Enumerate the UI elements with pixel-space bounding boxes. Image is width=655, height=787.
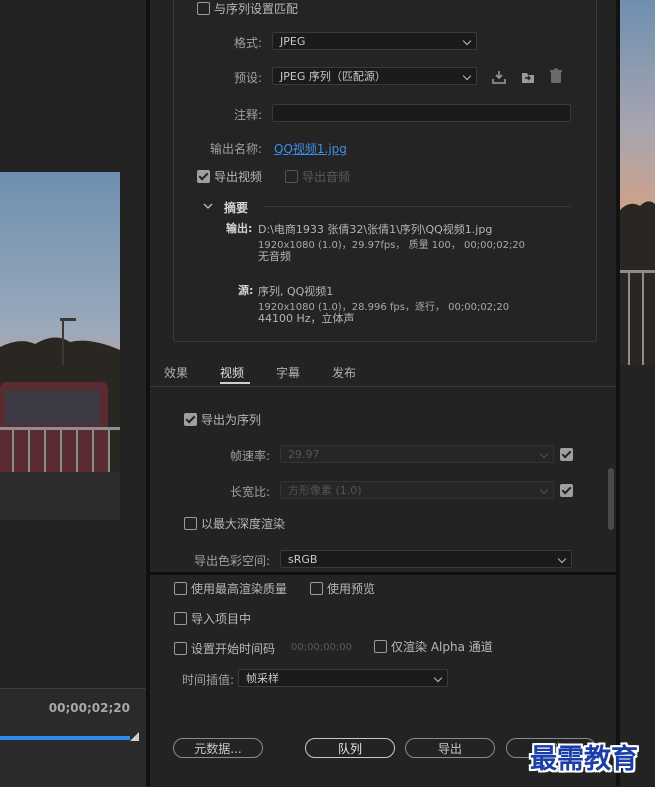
chevron-down-icon — [539, 449, 549, 459]
import-preset-icon[interactable] — [520, 69, 536, 85]
start-timecode-label: 设置开始时间码 — [191, 642, 276, 656]
preset-label: 预设: — [233, 71, 262, 85]
watermark: 最需教育 — [530, 744, 638, 775]
summary-output-audio: 无音频 — [258, 250, 291, 263]
comment-input[interactable] — [272, 104, 571, 122]
color-space-value: sRGB — [288, 553, 318, 566]
import-project-checkbox[interactable] — [174, 612, 187, 625]
preset-value: JPEG 序列（匹配源） — [280, 70, 386, 83]
export-button[interactable]: 导出 — [405, 738, 495, 758]
max-quality-label: 使用最高渲染质量 — [191, 582, 288, 596]
export-video-checkbox[interactable] — [197, 170, 210, 183]
max-depth-checkbox[interactable] — [184, 517, 197, 530]
max-depth-label: 以最大深度渲染 — [201, 517, 286, 531]
aspect-match-checkbox[interactable] — [560, 484, 573, 497]
summary-source-name: 序列, QQ视频1 — [258, 285, 334, 298]
format-select[interactable]: JPEG — [272, 32, 477, 50]
output-name-link[interactable]: QQ视频1.jpg — [274, 140, 347, 157]
match-sequence-label: 与序列设置匹配 — [214, 2, 299, 16]
format-label: 格式: — [233, 36, 262, 50]
tab-effects[interactable]: 效果 — [164, 364, 188, 381]
export-audio-checkbox[interactable] — [285, 170, 298, 183]
summary-source-key: 源: — [238, 284, 254, 297]
export-as-sequence-checkbox[interactable] — [184, 413, 197, 426]
frame-rate-match-checkbox[interactable] — [560, 448, 573, 461]
delete-preset-icon[interactable] — [548, 68, 564, 84]
export-audio-label: 导出音频 — [302, 170, 351, 184]
frame-rate-select[interactable]: 29.97 — [280, 445, 554, 463]
playhead-marker[interactable] — [130, 732, 139, 741]
interp-label: 时间插值: — [181, 673, 234, 687]
frame-rate-value: 29.97 — [288, 448, 320, 461]
aspect-select[interactable]: 方形像素 (1.0) — [280, 481, 554, 499]
settings-scrollbar[interactable] — [608, 468, 614, 530]
chevron-down-icon — [557, 554, 567, 564]
comment-label: 注释: — [233, 108, 262, 122]
queue-button[interactable]: 队列 — [305, 738, 395, 758]
timecode-display: 00;00;02;20 — [48, 701, 130, 715]
summary-title: 摘要 — [224, 201, 249, 215]
summary-divider — [263, 206, 571, 207]
tab-video[interactable]: 视频 — [220, 364, 244, 381]
chevron-down-icon — [462, 71, 472, 81]
start-timecode-checkbox[interactable] — [174, 642, 187, 655]
export-video-label: 导出视频 — [214, 170, 263, 184]
settings-tabs: 效果 视频 字幕 发布 — [150, 360, 616, 387]
match-sequence-checkbox[interactable] — [197, 2, 210, 15]
aspect-value: 方形像素 (1.0) — [288, 484, 362, 497]
output-preview-panel — [620, 0, 655, 786]
summary-output-key: 输出: — [226, 222, 253, 235]
tab-publish[interactable]: 发布 — [332, 364, 356, 381]
frame-rate-label: 帧速率: — [229, 449, 270, 463]
max-quality-checkbox[interactable] — [174, 582, 187, 595]
output-timeline — [620, 365, 655, 786]
summary-source-audio: 44100 Hz，立体声 — [258, 312, 355, 325]
tab-captions[interactable]: 字幕 — [276, 364, 300, 381]
playback-progress-bar[interactable] — [0, 736, 130, 740]
use-preview-label: 使用预览 — [327, 582, 376, 596]
export-settings-dialog: 与序列设置匹配 格式: JPEG 预设: JPEG 序列（匹配源） 注释: 输出… — [150, 0, 616, 786]
chevron-down-icon — [539, 485, 549, 495]
metadata-button[interactable]: 元数据... — [173, 738, 263, 758]
color-space-label: 导出色彩空间: — [193, 554, 270, 568]
output-preview-image — [620, 0, 655, 365]
interp-select[interactable]: 帧采样 — [238, 669, 448, 687]
interp-value: 帧采样 — [246, 672, 279, 685]
preview-image — [0, 172, 120, 520]
section-divider[interactable] — [150, 572, 616, 575]
source-preview-panel: 00;00;02;20 — [0, 0, 146, 787]
start-timecode-value[interactable]: 00;00;00;00 — [291, 642, 352, 653]
use-preview-checkbox[interactable] — [310, 582, 323, 595]
timeline-controls: 00;00;02;20 — [0, 688, 146, 787]
active-tab-indicator — [220, 382, 250, 384]
aspect-label: 长宽比: — [229, 485, 270, 499]
alpha-only-checkbox[interactable] — [374, 640, 387, 653]
output-name-label: 输出名称: — [209, 142, 262, 156]
summary-output-specs: 1920x1080 (1.0)，29.97fps， 质量 100， 00;00;… — [258, 240, 526, 251]
alpha-only-label: 仅渲染 Alpha 通道 — [391, 640, 493, 654]
color-space-select[interactable]: sRGB — [280, 550, 572, 568]
import-project-label: 导入项目中 — [191, 612, 252, 626]
format-value: JPEG — [280, 35, 306, 48]
preset-select[interactable]: JPEG 序列（匹配源） — [272, 67, 477, 85]
collapse-chevron-icon[interactable] — [203, 202, 213, 210]
chevron-down-icon — [462, 36, 472, 46]
chevron-down-icon — [433, 673, 443, 683]
summary-output-path: D:\电商1933 张倩32\张倩1\序列\QQ视频1.jpg — [258, 223, 493, 236]
save-preset-icon[interactable] — [491, 69, 507, 85]
export-as-sequence-label: 导出为序列 — [201, 413, 262, 427]
